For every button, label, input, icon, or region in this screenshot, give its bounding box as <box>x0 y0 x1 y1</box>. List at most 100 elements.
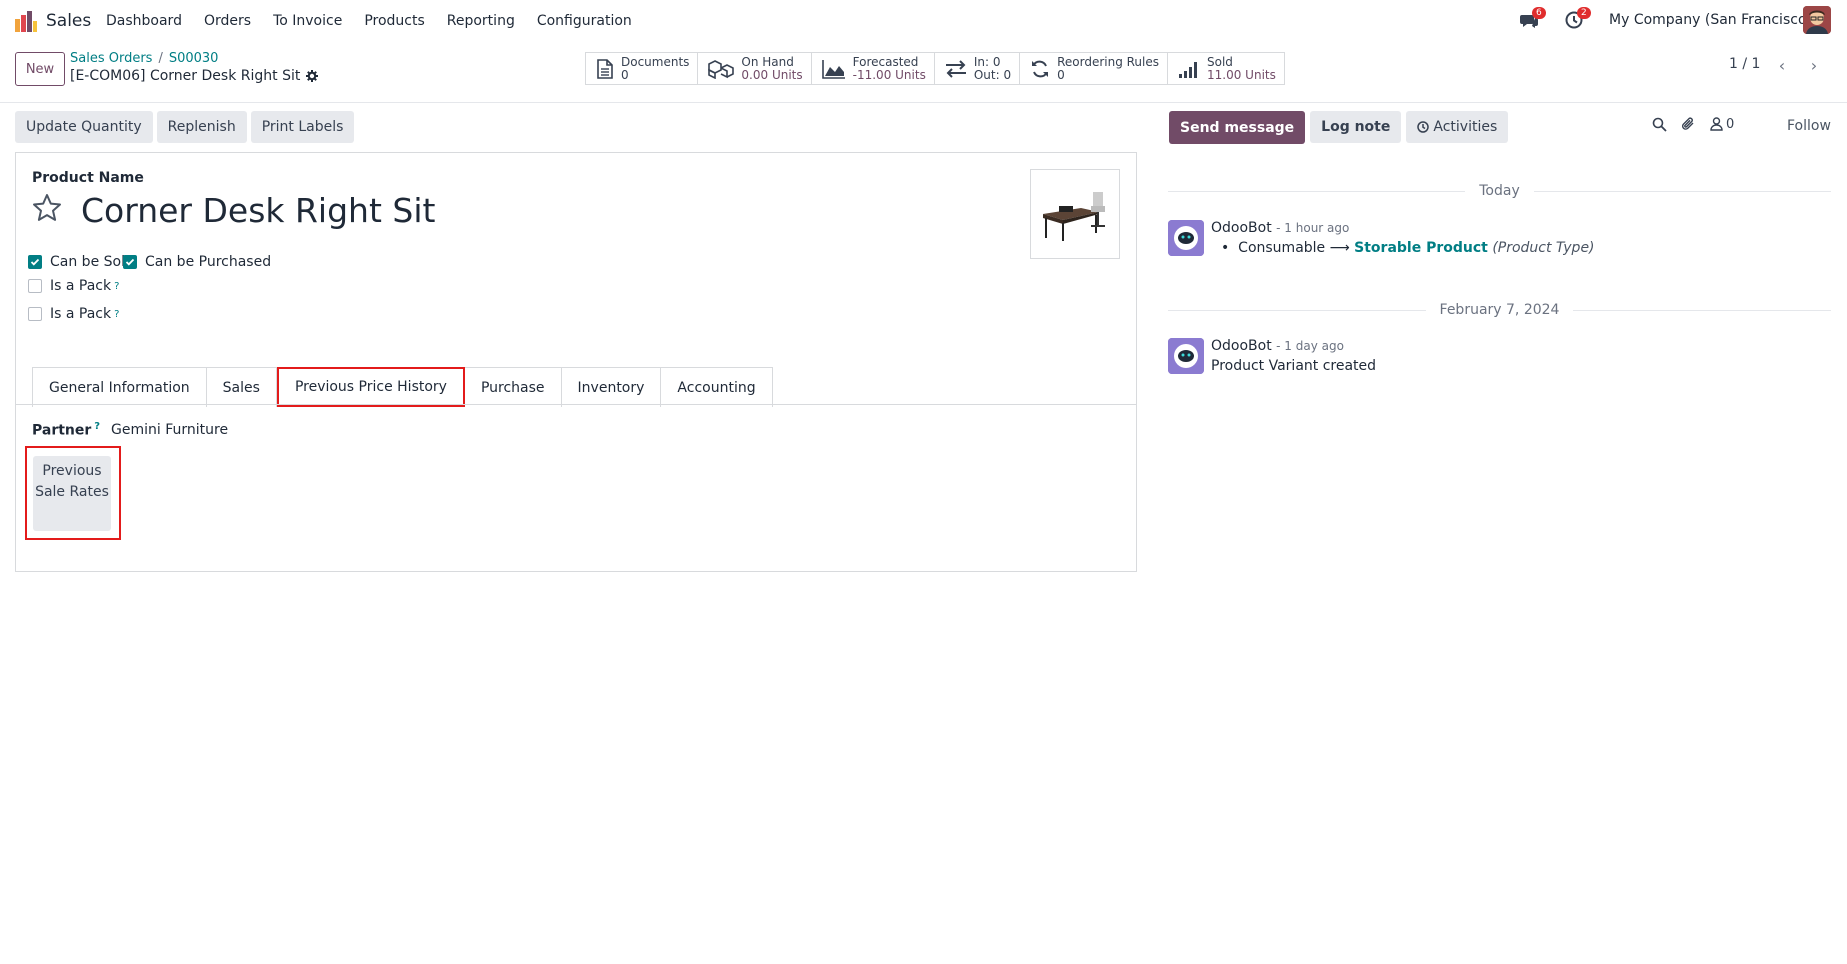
help-tooltip-icon[interactable]: ? <box>114 281 119 292</box>
user-avatar[interactable] <box>1803 6 1831 34</box>
previous-sale-rates-highlight: Previous Sale Rates <box>25 446 121 540</box>
activities-systray[interactable]: 2 <box>1564 7 1591 32</box>
menu-reporting[interactable]: Reporting <box>447 13 515 29</box>
date-separator-label: Today <box>1479 183 1520 199</box>
chatter-actions: Send message Log note Activities <box>1169 111 1509 144</box>
menu-orders[interactable]: Orders <box>204 13 251 29</box>
on-hand-smart-button[interactable]: On Hand 0.00 Units <box>698 53 812 84</box>
sold-smart-button[interactable]: Sold 11.00 Units <box>1168 53 1284 84</box>
chevron-right-icon: › <box>1810 55 1818 75</box>
pager-previous-button[interactable]: ‹ <box>1769 52 1795 78</box>
odoobot-avatar[interactable] <box>1168 220 1204 256</box>
date-separator-label: February 7, 2024 <box>1439 302 1560 318</box>
message-time: - 1 day ago <box>1276 339 1344 353</box>
message-author-name[interactable]: OdooBot <box>1211 220 1272 236</box>
can-be-purchased-checkbox[interactable]: Can be Purchased <box>123 254 271 270</box>
top-navbar: Sales Dashboard Orders To Invoice Produc… <box>0 0 1847 42</box>
documents-smart-button[interactable]: Documents 0 <box>586 53 699 84</box>
forecasted-title: Forecasted <box>852 54 919 69</box>
notebook-tabs: General Information Sales Previous Price… <box>32 367 773 407</box>
user-icon <box>1710 117 1723 131</box>
sales-app-icon[interactable] <box>14 9 38 33</box>
signal-icon <box>1179 61 1198 78</box>
cubes-icon <box>708 59 735 79</box>
message-author: OdooBot - 1 day ago <box>1211 338 1344 354</box>
product-image[interactable] <box>1030 169 1120 259</box>
gear-icon[interactable] <box>306 70 319 82</box>
menu-dashboard[interactable]: Dashboard <box>106 13 182 29</box>
checkbox-checked-icon <box>123 255 137 269</box>
pager-next-button[interactable]: › <box>1801 52 1827 78</box>
reordering-rules-smart-button[interactable]: Reordering Rules 0 <box>1020 53 1169 84</box>
search-icon[interactable] <box>1652 117 1667 132</box>
forecasted-value: -11.00 Units <box>852 67 926 82</box>
is-a-pack-checkbox[interactable]: Is a Pack? <box>28 278 119 294</box>
user-face-icon <box>1803 6 1831 34</box>
partner-label-text: Partner <box>32 422 92 439</box>
robot-icon <box>1168 220 1204 256</box>
replenish-button[interactable]: Replenish <box>156 111 247 143</box>
product-name-field[interactable]: Corner Desk Right Sit <box>81 191 435 230</box>
tab-inventory[interactable]: Inventory <box>561 367 662 407</box>
main-menu: Dashboard Orders To Invoice Products Rep… <box>106 0 654 42</box>
pager-value[interactable]: 1 / 1 <box>1729 56 1760 72</box>
tab-previous-price-history[interactable]: Previous Price History <box>276 367 465 407</box>
is-a-pack-checkbox-2[interactable]: Is a Pack? <box>28 306 119 322</box>
record-title-text: [E-COM06] Corner Desk Right Sit <box>70 68 301 84</box>
update-quantity-button[interactable]: Update Quantity <box>15 111 153 143</box>
followers-button[interactable]: 0 <box>1710 117 1734 132</box>
help-tooltip-icon[interactable]: ? <box>114 309 119 320</box>
clock-icon <box>1417 121 1430 133</box>
documents-value: 0 <box>621 67 629 82</box>
odoobot-avatar[interactable] <box>1168 338 1204 374</box>
can-be-sold-checkbox[interactable]: Can be Sold <box>28 254 134 270</box>
log-note-button[interactable]: Log note <box>1310 111 1402 143</box>
print-labels-button[interactable]: Print Labels <box>250 111 355 143</box>
new-button[interactable]: New <box>15 52 65 86</box>
area-chart-icon <box>821 59 845 79</box>
activities-label: Activities <box>1433 119 1498 135</box>
on-hand-title: On Hand <box>741 54 794 69</box>
message-author-name[interactable]: OdooBot <box>1211 338 1272 354</box>
forecasted-smart-button[interactable]: Forecasted -11.00 Units <box>812 53 935 84</box>
breadcrumb-order[interactable]: S00030 <box>169 51 219 66</box>
company-switcher[interactable]: My Company (San Francisco) <box>1609 12 1812 28</box>
menu-to-invoice[interactable]: To Invoice <box>273 13 342 29</box>
paperclip-icon[interactable] <box>1681 116 1696 132</box>
sold-title: Sold <box>1207 54 1233 69</box>
help-tooltip-icon[interactable]: ? <box>94 421 100 432</box>
checkbox-unchecked-icon <box>28 307 42 321</box>
messages-badge: 6 <box>1532 7 1546 19</box>
on-hand-value: 0.00 Units <box>741 67 803 82</box>
partner-field[interactable]: Gemini Furniture <box>111 422 228 438</box>
in-out-smart-button[interactable]: In: 0 Out: 0 <box>935 53 1021 84</box>
out-count: Out: 0 <box>973 67 1012 82</box>
date-separator-feb: February 7, 2024 <box>1168 302 1831 318</box>
star-icon[interactable] <box>32 193 62 223</box>
previous-sale-rates-button[interactable]: Previous Sale Rates <box>33 456 111 531</box>
tab-general-information[interactable]: General Information <box>32 367 207 407</box>
app-name[interactable]: Sales <box>46 11 91 31</box>
old-value: Consumable <box>1238 240 1326 256</box>
activities-button[interactable]: Activities <box>1406 111 1509 143</box>
breadcrumb-sales-orders[interactable]: Sales Orders <box>70 51 152 66</box>
tab-purchase[interactable]: Purchase <box>464 367 562 407</box>
menu-products[interactable]: Products <box>364 13 424 29</box>
menu-configuration[interactable]: Configuration <box>537 13 632 29</box>
smart-buttons: Documents 0 On Hand 0.00 Units Forecasted -… <box>585 52 1285 85</box>
checkbox-checked-icon <box>28 255 42 269</box>
tab-sales[interactable]: Sales <box>206 367 277 407</box>
form-sheet: Product Name Corner Desk Right Sit Can b… <box>15 152 1137 572</box>
message-author: OdooBot - 1 hour ago <box>1211 220 1349 236</box>
can-be-purchased-label: Can be Purchased <box>145 254 272 270</box>
documents-title: Documents <box>621 54 690 69</box>
can-be-sold-label: Can be Sold <box>50 254 134 270</box>
send-message-button[interactable]: Send message <box>1169 111 1306 144</box>
refresh-icon <box>1032 60 1049 77</box>
tab-accounting[interactable]: Accounting <box>661 367 773 407</box>
messages-systray[interactable]: 6 <box>1519 7 1546 32</box>
activities-badge: 2 <box>1577 7 1591 19</box>
new-value: Storable Product <box>1354 240 1488 256</box>
robot-icon <box>1168 338 1204 374</box>
follow-button[interactable]: Follow <box>1787 118 1831 134</box>
